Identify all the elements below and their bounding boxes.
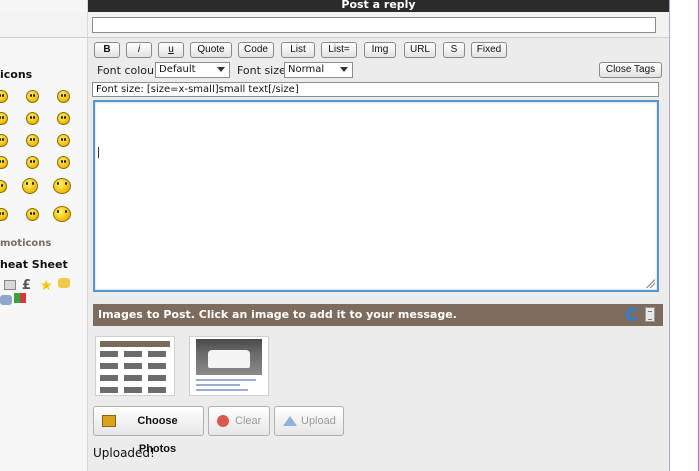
subject-row	[88, 12, 669, 38]
pound-icon[interactable]: £	[22, 278, 34, 293]
blocks-icon[interactable]	[14, 293, 26, 303]
cool-smiley-icon[interactable]	[57, 134, 70, 147]
smiley-icon[interactable]	[0, 180, 7, 193]
worried-smiley-icon[interactable]	[26, 90, 39, 103]
thumbs-up-smiley-icon[interactable]	[53, 206, 71, 222]
img-button[interactable]: Img	[364, 42, 396, 58]
emoticons-title: icons	[0, 68, 33, 81]
choose-photos-button[interactable]: Choose Photos	[93, 406, 204, 455]
message-textarea[interactable]	[93, 100, 659, 292]
font-colour-label: Font colour	[97, 64, 159, 77]
cheat-sheet-title: heat Sheet	[0, 258, 68, 271]
left-top-band	[0, 12, 87, 38]
font-colour-value: Default	[159, 64, 196, 75]
idea-smiley-icon[interactable]	[26, 156, 39, 169]
clear-icon	[217, 415, 229, 427]
font-size-select[interactable]: Normal	[284, 62, 353, 78]
smiley-icon[interactable]	[0, 208, 8, 221]
clear-label: Clear	[235, 415, 262, 427]
quote-button[interactable]: Quote	[190, 42, 232, 58]
smiley-icon[interactable]	[0, 90, 8, 103]
photos-icon	[102, 415, 116, 427]
right-gutter	[669, 0, 699, 471]
thumbs-up-icon[interactable]	[58, 278, 70, 288]
glasses-smiley-icon[interactable]	[57, 90, 70, 103]
squint-smiley-icon[interactable]	[26, 112, 39, 125]
crying-smiley-icon[interactable]	[53, 178, 71, 194]
refresh-icon[interactable]	[626, 308, 639, 321]
list-button[interactable]: List	[281, 42, 315, 58]
image-thumbnail-screenshot[interactable]	[95, 336, 175, 396]
star-icon[interactable]: ★	[40, 278, 53, 294]
images-bar-text: Images to Post. Click an image to add it…	[98, 308, 457, 321]
emoticons-panel: icons moticons heat Sheet £ ★	[0, 0, 88, 471]
subject-input[interactable]	[92, 17, 656, 33]
close-tags-button[interactable]: Close Tags	[599, 62, 662, 78]
more-emoticons-link[interactable]: moticons	[0, 238, 51, 249]
devil-smiley-icon[interactable]	[26, 134, 39, 147]
image-thumbnail-car[interactable]	[189, 336, 269, 396]
bold-button[interactable]: B	[94, 42, 120, 58]
upload-status: Uploaded!	[93, 446, 155, 460]
url-button[interactable]: URL	[404, 42, 436, 58]
clear-button[interactable]: Clear	[208, 406, 270, 436]
chevron-down-icon	[340, 67, 348, 72]
font-size-label: Font size	[237, 64, 286, 77]
code-button[interactable]: Code	[238, 42, 274, 58]
arrow-smiley-icon[interactable]	[57, 156, 70, 169]
strike-button[interactable]: S	[443, 42, 465, 58]
editor-panel: B i u Quote Code List List= Img URL S Fi…	[88, 12, 669, 471]
format-help-line: Font size: [size=x-small]small text[/siz…	[92, 82, 659, 97]
upload-arrow-icon	[283, 416, 297, 426]
resize-grip-icon[interactable]	[645, 278, 655, 288]
underline-button[interactable]: u	[158, 42, 184, 58]
car-icon[interactable]	[0, 295, 12, 305]
smiley-icon[interactable]	[0, 156, 8, 169]
upload-label: Upload	[301, 415, 336, 427]
chevron-down-icon	[217, 67, 225, 72]
grin-smiley-icon[interactable]	[57, 112, 70, 125]
basket-icon[interactable]	[4, 280, 16, 290]
text-caret	[98, 147, 99, 158]
italic-button[interactable]: i	[126, 42, 152, 58]
images-to-post-bar: Images to Post. Click an image to add it…	[93, 304, 663, 326]
post-reply-header: Post a reply	[88, 0, 669, 12]
shocked-smiley-icon[interactable]	[26, 208, 39, 221]
list-ordered-button[interactable]: List=	[321, 42, 357, 58]
smiley-icon[interactable]	[0, 134, 8, 147]
laugh-smiley-icon[interactable]	[22, 178, 38, 194]
document-icon[interactable]	[645, 307, 655, 322]
fixed-button[interactable]: Fixed	[471, 42, 507, 58]
upload-button[interactable]: Upload	[274, 406, 344, 436]
smiley-icon[interactable]	[0, 112, 8, 125]
font-colour-select[interactable]: Default	[155, 62, 230, 78]
font-size-value: Normal	[288, 64, 325, 75]
